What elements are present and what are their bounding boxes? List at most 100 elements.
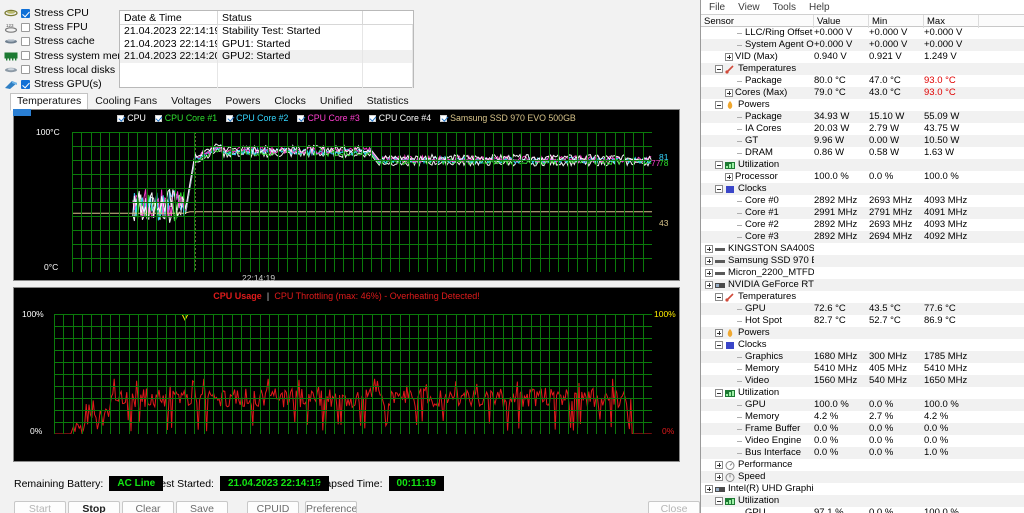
sensor-row[interactable]: Hot Spot 82.7 °C 52.7 °C 86.9 °C	[701, 315, 1024, 327]
sensor-row[interactable]: Utilization	[701, 495, 1024, 507]
collapse-icon[interactable]	[715, 341, 723, 349]
legend-item[interactable]: CPU	[117, 113, 146, 123]
table-row[interactable]	[120, 62, 413, 76]
collapse-icon[interactable]	[715, 185, 723, 193]
legend-item[interactable]: CPU Core #1	[154, 113, 217, 123]
legend-item[interactable]: Samsung SSD 970 EVO 500GB	[440, 113, 576, 123]
legend-checkbox[interactable]	[226, 114, 234, 122]
sensor-row[interactable]: LLC/Ring Offset +0.000 V +0.000 V +0.000 V	[701, 27, 1024, 39]
expand-icon[interactable]	[705, 257, 713, 265]
stress-option-checkbox[interactable]	[21, 51, 30, 61]
expand-icon[interactable]	[705, 245, 713, 253]
expand-icon[interactable]	[705, 269, 713, 277]
expand-icon[interactable]	[715, 461, 723, 469]
expand-icon[interactable]	[725, 89, 733, 97]
table-row[interactable]: 21.04.2023 22:14:19 Stability Test: Start…	[120, 25, 413, 38]
expand-icon[interactable]	[725, 53, 733, 61]
legend-item[interactable]: CPU Core #2	[226, 113, 288, 123]
collapse-icon[interactable]	[715, 497, 723, 505]
cpu-usage-chart[interactable]: CPU Usage | CPU Throttling (max: 46%) - …	[13, 287, 680, 462]
sensor-row[interactable]: Speed	[701, 471, 1024, 483]
sensor-row[interactable]: Temperatures	[701, 63, 1024, 75]
sensor-row[interactable]: Frame Buffer 0.0 % 0.0 % 0.0 %	[701, 423, 1024, 435]
preferences-button[interactable]: Preferences	[305, 501, 357, 513]
sensor-row[interactable]: Memory 4.2 % 2.7 % 4.2 %	[701, 411, 1024, 423]
sensor-row[interactable]: System Agent Off...+0.000 V+0.000 V+0.00…	[701, 39, 1024, 51]
sensor-row[interactable]: Micron_2200_MTFDHBA...	[701, 267, 1024, 279]
sensor-row[interactable]: Core #0 2892 MHz 2693 MHz 4093 MHz	[701, 195, 1024, 207]
collapse-icon[interactable]	[715, 389, 723, 397]
sensor-row[interactable]: GT 9.96 W 0.00 W 10.50 W	[701, 135, 1024, 147]
collapse-icon[interactable]	[715, 65, 723, 73]
sensor-row[interactable]: DRAM 0.86 W 0.58 W 1.63 W	[701, 147, 1024, 159]
sensor-row[interactable]: Powers	[701, 99, 1024, 111]
sensor-row[interactable]: Package 34.93 W 15.10 W 55.09 W	[701, 111, 1024, 123]
sensor-row[interactable]: Utilization	[701, 387, 1024, 399]
sensor-row[interactable]: Utilization	[701, 159, 1024, 171]
stress-option-checkbox[interactable]	[21, 36, 30, 46]
legend-item[interactable]: CPU Core #3	[297, 113, 360, 123]
table-row[interactable]	[120, 75, 413, 88]
collapse-icon[interactable]	[715, 101, 723, 109]
stress-option-row[interactable]: Stress CPU	[4, 6, 116, 20]
sensor-row[interactable]: GPU 100.0 % 0.0 % 100.0 %	[701, 399, 1024, 411]
clear-button[interactable]: Clear	[122, 501, 174, 513]
stress-option-checkbox[interactable]	[21, 79, 30, 89]
collapse-icon[interactable]	[715, 293, 723, 301]
sensor-row[interactable]: Samsung SSD 970 EVO ...	[701, 255, 1024, 267]
sensor-row[interactable]: KINGSTON SA400S3724...	[701, 243, 1024, 255]
stop-button[interactable]: Stop	[68, 501, 120, 513]
table-row[interactable]: 21.04.2023 22:14:19 GPU1: Started	[120, 37, 413, 51]
stress-option-row[interactable]: 123 Stress FPU	[4, 20, 116, 34]
sensor-row[interactable]: Video Engine 0.0 % 0.0 % 0.0 %	[701, 435, 1024, 447]
collapse-icon[interactable]	[715, 161, 723, 169]
menu-file[interactable]: File	[709, 2, 725, 13]
legend-checkbox[interactable]	[154, 114, 162, 122]
sensor-row[interactable]: Core #3 2892 MHz 2694 MHz 4092 MHz	[701, 231, 1024, 243]
sensor-row[interactable]: GPU 72.6 °C 43.5 °C 77.6 °C	[701, 303, 1024, 315]
sensor-row[interactable]: VID (Max) 0.940 V 0.921 V 1.249 V	[701, 51, 1024, 63]
sensor-row[interactable]: Graphics 1680 MHz 300 MHz 1785 MHz	[701, 351, 1024, 363]
stress-option-row[interactable]: Stress system memory	[4, 49, 141, 63]
menu-view[interactable]: View	[738, 2, 760, 13]
chart-scroll-indicator[interactable]	[13, 109, 31, 116]
stress-option-checkbox[interactable]	[21, 65, 30, 75]
expand-icon[interactable]	[725, 173, 733, 181]
event-log-table[interactable]: Date & Time Status 21.04.2023 22:14:19 St…	[119, 10, 414, 88]
sensor-row[interactable]: Package 80.0 °C 47.0 °C 93.0 °C	[701, 75, 1024, 87]
legend-checkbox[interactable]	[117, 114, 125, 122]
sensor-row[interactable]: NVIDIA GeForce RTX 20...	[701, 279, 1024, 291]
legend-item[interactable]: CPU Core #4	[368, 113, 431, 123]
sensor-row[interactable]: Video 1560 MHz 540 MHz 1650 MHz	[701, 375, 1024, 387]
sensor-row[interactable]: GPU 97.1 % 0.0 % 100.0 %	[701, 507, 1024, 513]
expand-icon[interactable]	[705, 281, 713, 289]
menu-tools[interactable]: Tools	[773, 2, 796, 13]
sensor-row[interactable]: IA Cores 20.03 W 2.79 W 43.75 W	[701, 123, 1024, 135]
sensor-row[interactable]: Memory 5410 MHz 405 MHz 5410 MHz	[701, 363, 1024, 375]
sensor-row[interactable]: Performance	[701, 459, 1024, 471]
stress-option-row[interactable]: Stress local disks	[4, 63, 116, 77]
menu-help[interactable]: Help	[809, 2, 830, 13]
sensor-row[interactable]: Cores (Max) 79.0 °C 43.0 °C 93.0 °C	[701, 87, 1024, 99]
stress-option-row[interactable]: Stress GPU(s)	[4, 77, 116, 91]
expand-icon[interactable]	[715, 329, 723, 337]
stress-option-checkbox[interactable]	[21, 22, 30, 32]
sensor-row[interactable]: Bus Interface 0.0 % 0.0 % 1.0 %	[701, 447, 1024, 459]
sensor-row[interactable]: Powers	[701, 327, 1024, 339]
cpuid-button[interactable]: CPUID	[247, 501, 299, 513]
sensor-row[interactable]: Intel(R) UHD Graphics 6...	[701, 483, 1024, 495]
legend-checkbox[interactable]	[440, 114, 448, 122]
sensor-row[interactable]: Temperatures	[701, 291, 1024, 303]
table-row[interactable]: 21.04.2023 22:14:20 GPU2: Started	[120, 50, 413, 63]
legend-checkbox[interactable]	[368, 114, 376, 122]
expand-icon[interactable]	[715, 473, 723, 481]
sensor-row[interactable]: Clocks	[701, 339, 1024, 351]
expand-icon[interactable]	[705, 485, 713, 493]
temperatures-chart[interactable]: CPU CPU Core #1 CPU Core #2 CPU Core #3 CPU …	[13, 109, 680, 283]
sensor-row[interactable]: Core #1 2991 MHz 2791 MHz 4091 MHz	[701, 207, 1024, 219]
stress-option-row[interactable]: Stress cache	[4, 34, 116, 48]
sensor-row[interactable]: Core #2 2892 MHz 2693 MHz 4093 MHz	[701, 219, 1024, 231]
save-button[interactable]: Save	[176, 501, 228, 513]
legend-checkbox[interactable]	[297, 114, 305, 122]
sensor-row[interactable]: Processor 100.0 % 0.0 % 100.0 %	[701, 171, 1024, 183]
